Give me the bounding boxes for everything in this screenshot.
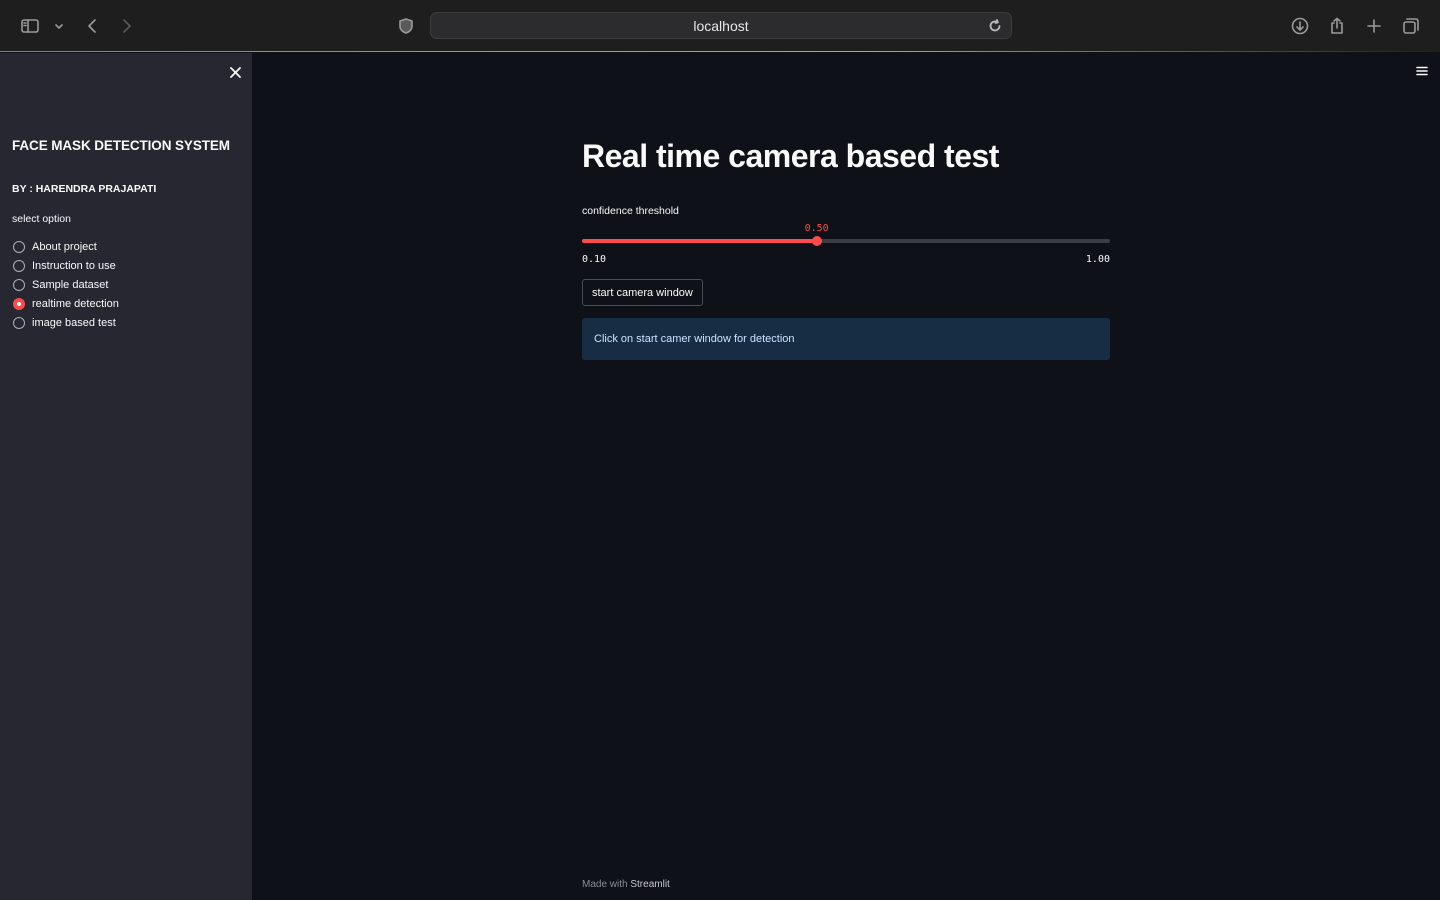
close-icon[interactable] xyxy=(226,63,244,81)
confidence-slider[interactable]: 0.50 0.10 1.00 xyxy=(582,223,1110,266)
footer-prefix: Made with xyxy=(582,879,628,890)
reload-icon[interactable] xyxy=(985,16,1005,36)
radio-label: realtime detection xyxy=(32,297,119,310)
slider-max: 1.00 xyxy=(1085,254,1110,265)
slider-thumb[interactable] xyxy=(811,236,822,246)
radio-option-realtime-detection[interactable]: realtime detection xyxy=(13,294,119,313)
page-load-progress xyxy=(0,51,1440,52)
address-bar[interactable]: localhost xyxy=(430,12,1012,39)
start-camera-button[interactable]: start camera window xyxy=(582,279,703,306)
radio-label: About project xyxy=(32,240,97,253)
slider-fill xyxy=(582,239,817,243)
chevron-down-icon[interactable] xyxy=(47,14,71,38)
footer: Made with Streamlit xyxy=(582,879,670,890)
radio-button-selected[interactable] xyxy=(13,297,25,310)
new-tab-icon[interactable] xyxy=(1362,14,1386,38)
radio-option-about-project[interactable]: About project xyxy=(13,237,119,256)
radio-option-image-based-test[interactable]: image based test xyxy=(13,313,119,332)
slider-value: 0.50 xyxy=(804,223,829,234)
share-icon[interactable] xyxy=(1325,14,1349,38)
radio-group-label: select option xyxy=(12,213,71,225)
slider-label: confidence threshold xyxy=(582,205,679,217)
author-text: BY : HARENDRA PRAJAPATI xyxy=(12,183,157,195)
radio-button[interactable] xyxy=(13,259,25,272)
radio-label: Sample dataset xyxy=(32,278,109,291)
tab-overview-icon[interactable] xyxy=(1399,14,1423,38)
radio-button[interactable] xyxy=(13,316,25,329)
info-alert: Click on start camer window for detectio… xyxy=(582,318,1110,360)
shield-icon[interactable] xyxy=(394,14,418,38)
slider-min: 0.10 xyxy=(582,254,607,265)
radio-label: image based test xyxy=(32,316,116,329)
download-icon[interactable] xyxy=(1288,14,1312,38)
info-text: Click on start camer window for detectio… xyxy=(594,333,795,345)
radio-option-sample-dataset[interactable]: Sample dataset xyxy=(13,275,119,294)
hamburger-menu-icon[interactable] xyxy=(1414,63,1430,79)
url-text: localhost xyxy=(693,17,749,34)
sidebar-title: FACE MASK DETECTION SYSTEM xyxy=(12,138,230,153)
sidebar: FACE MASK DETECTION SYSTEM BY : HARENDRA… xyxy=(0,53,252,900)
streamlit-link[interactable]: Streamlit xyxy=(630,879,669,890)
browser-toolbar: localhost xyxy=(0,0,1440,52)
page-title: Real time camera based test xyxy=(582,138,999,174)
radio-button[interactable] xyxy=(13,240,25,253)
radio-label: Instruction to use xyxy=(32,259,116,272)
radio-button[interactable] xyxy=(13,278,25,291)
sidebar-toggle-icon[interactable] xyxy=(18,14,42,38)
back-icon[interactable] xyxy=(80,14,104,38)
radio-option-instruction-to-use[interactable]: Instruction to use xyxy=(13,256,119,275)
radio-group: About project Instruction to use Sample … xyxy=(13,237,119,332)
forward-icon[interactable] xyxy=(115,14,139,38)
